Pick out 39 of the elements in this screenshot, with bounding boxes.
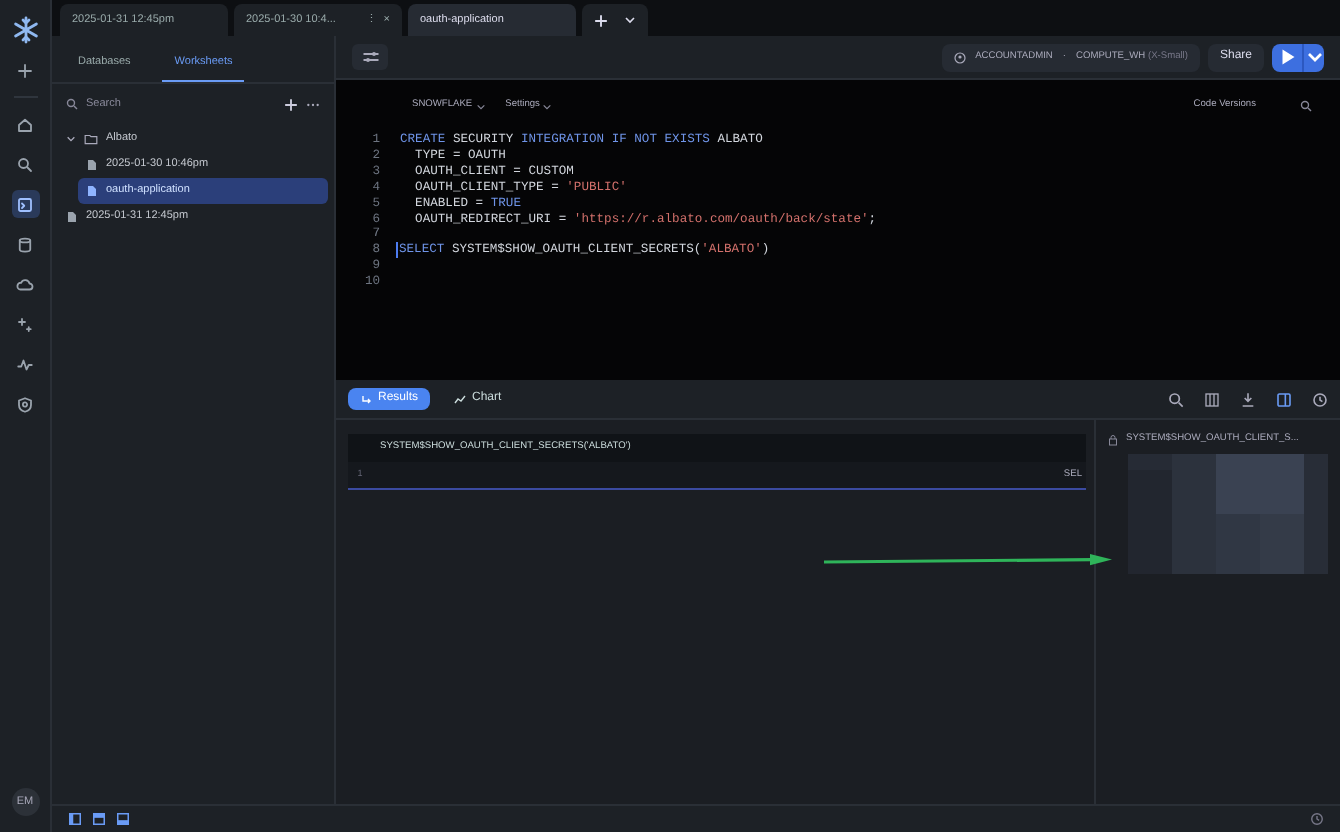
clock-icon[interactable] — [1310, 812, 1324, 826]
worksheet-button[interactable] — [11, 190, 39, 218]
clock-icon[interactable] — [1312, 391, 1328, 407]
cloud-icon — [16, 275, 34, 293]
activity-icon — [16, 355, 34, 373]
layout-icon[interactable] — [68, 812, 82, 826]
chevron-down-icon — [475, 101, 486, 111]
chevron-down-icon — [66, 133, 76, 143]
plus-icon — [594, 13, 608, 27]
filter-button[interactable] — [352, 44, 388, 70]
chevron-down-icon — [624, 14, 636, 26]
chevron-down-icon — [542, 101, 553, 111]
columns-icon[interactable] — [1204, 391, 1220, 407]
search-icon — [16, 155, 34, 173]
shield-icon — [16, 395, 34, 413]
folder-icon — [84, 131, 98, 145]
database-icon — [16, 235, 34, 253]
layout-icon[interactable] — [92, 812, 106, 826]
plus-icon — [16, 61, 34, 79]
play-icon — [1278, 48, 1296, 66]
search-icon[interactable] — [1168, 391, 1184, 407]
line-chart-icon — [454, 393, 467, 405]
run-options-button[interactable] — [1302, 43, 1324, 71]
sparkle-icon — [16, 315, 34, 333]
worksheet-icon — [16, 195, 34, 213]
home-icon — [16, 115, 34, 133]
snowflake-logo — [11, 16, 39, 44]
search-icon — [66, 98, 78, 111]
return-arrow-icon — [360, 393, 372, 405]
panel-icon[interactable] — [1276, 391, 1292, 407]
search-icon[interactable] — [1300, 100, 1312, 112]
new-tab-button[interactable] — [582, 4, 648, 36]
layout-icon[interactable] — [116, 812, 130, 826]
role-icon — [953, 51, 966, 63]
sliders-icon — [361, 48, 379, 66]
download-icon[interactable] — [1240, 391, 1256, 407]
lock-icon — [1108, 433, 1118, 446]
chevron-down-icon — [1305, 48, 1323, 66]
plus-icon[interactable] — [284, 97, 298, 112]
